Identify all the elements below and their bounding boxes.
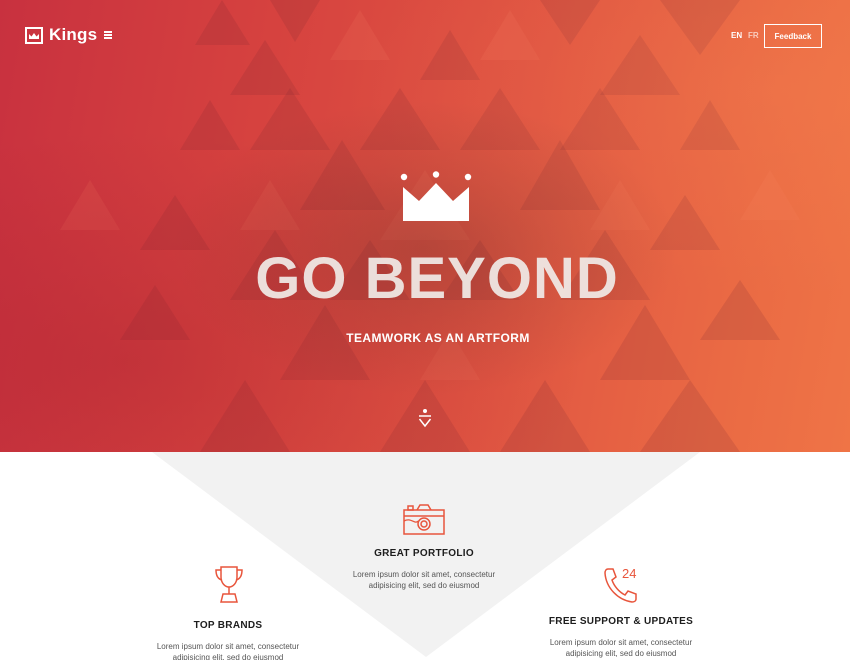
feature-top-brands: TOP BRANDS Lorem ipsum dolor sit amet, c…: [128, 620, 328, 660]
feature-description-line: Lorem ipsum dolor sit amet, consectetur: [352, 570, 496, 579]
feature-description-line: Lorem ipsum dolor sit amet, consectetur: [156, 642, 300, 651]
feature-description-line: adipisicing elit, sed do eiusmod: [368, 581, 480, 590]
feature-description: Lorem ipsum dolor sit amet, consectetur …: [521, 637, 721, 659]
feature-description: Lorem ipsum dolor sit amet, consectetur …: [324, 569, 524, 591]
scroll-down-icon[interactable]: [418, 408, 432, 428]
crown-box-icon: [25, 26, 43, 44]
crown-icon: [400, 171, 472, 221]
hero-title: GO BEYOND: [255, 246, 619, 311]
features-section: GREAT PORTFOLIO Lorem ipsum dolor sit am…: [0, 452, 850, 660]
feature-description-line: adipisicing elit, sed do eiusmod: [565, 649, 677, 658]
language-en[interactable]: EN: [731, 31, 742, 40]
feature-free-support: FREE SUPPORT & UPDATES Lorem ipsum dolor…: [521, 616, 721, 659]
hero-subtitle: TEAMWORK AS AN ARTFORM: [346, 331, 530, 345]
feature-description: Lorem ipsum dolor sit amet, consectetur …: [128, 641, 328, 660]
feature-great-portfolio: GREAT PORTFOLIO Lorem ipsum dolor sit am…: [324, 548, 524, 591]
phone-24-icon: 24: [603, 566, 645, 606]
trophy-icon: [215, 566, 243, 603]
language-fr[interactable]: FR: [748, 31, 759, 40]
feature-description-line: Lorem ipsum dolor sit amet, consectetur: [549, 638, 693, 647]
top-navbar: Kings EN FR Feedback: [0, 0, 850, 70]
hero-section: Kings EN FR Feedback GO BEYOND TEAMWORK …: [0, 0, 850, 452]
camera-icon: [403, 504, 445, 535]
feature-title: FREE SUPPORT & UPDATES: [548, 616, 694, 627]
brand-name: Kings: [49, 25, 98, 44]
feature-description-line: adipisicing elit, sed do eiusmod: [172, 653, 284, 660]
hamburger-icon[interactable]: [104, 31, 112, 39]
feature-title: TOP BRANDS: [193, 620, 263, 631]
support-hours-badge: 24: [622, 566, 637, 581]
feature-title: GREAT PORTFOLIO: [374, 548, 474, 559]
brand-logo[interactable]: Kings: [25, 25, 97, 45]
feedback-button[interactable]: Feedback: [764, 24, 822, 48]
